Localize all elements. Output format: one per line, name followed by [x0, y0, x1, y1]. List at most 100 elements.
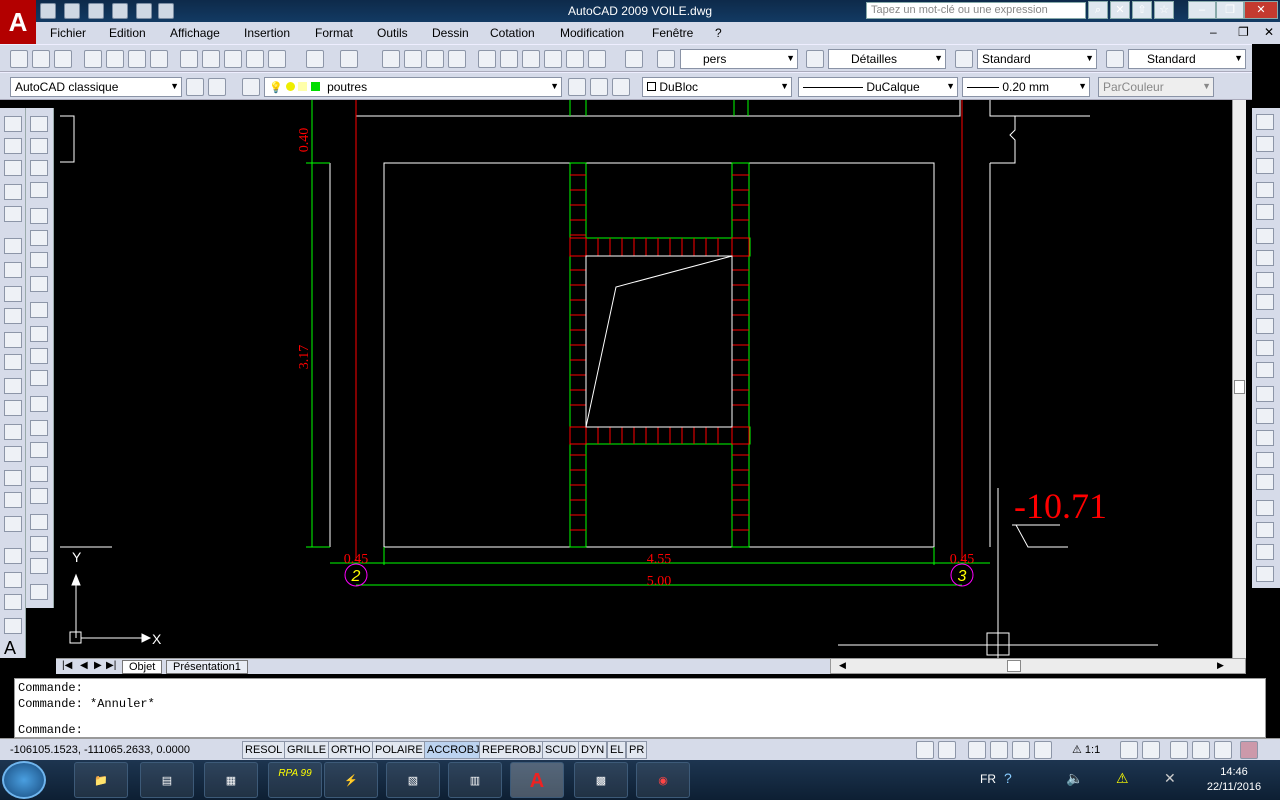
- open-icon[interactable]: [64, 3, 80, 19]
- sheet-set-icon[interactable]: [544, 50, 562, 68]
- offset-icon[interactable]: [1256, 182, 1274, 198]
- table-style-icon[interactable]: [1106, 50, 1124, 68]
- trim-icon[interactable]: [1256, 318, 1274, 334]
- gradient-icon[interactable]: [4, 594, 22, 610]
- zoom-window-icon[interactable]: [426, 50, 444, 68]
- polar-toggle[interactable]: POLAIRE: [372, 741, 426, 759]
- paste-icon[interactable]: [224, 50, 242, 68]
- tab-next-icon[interactable]: ▶: [94, 660, 102, 671]
- grid-toggle[interactable]: GRILLE: [284, 741, 330, 759]
- comm-icon[interactable]: ⇧: [1132, 1, 1152, 19]
- join-icon[interactable]: [1256, 408, 1274, 424]
- qp-toggle[interactable]: PR: [626, 741, 648, 759]
- break-icon[interactable]: [1256, 386, 1274, 402]
- polyline-icon[interactable]: [4, 286, 22, 302]
- 3d-print-icon[interactable]: [150, 50, 168, 68]
- print-icon[interactable]: [84, 50, 102, 68]
- doc-close-button[interactable]: ✕: [1264, 25, 1274, 39]
- doc-minimize-button[interactable]: –: [1210, 25, 1217, 39]
- zoom-previous-icon[interactable]: [448, 50, 466, 68]
- explode-icon[interactable]: [1256, 474, 1274, 490]
- scroll-left-icon[interactable]: ◀: [839, 660, 846, 671]
- quickcalc-icon[interactable]: [588, 50, 606, 68]
- otrack-toggle[interactable]: REPEROBJ: [479, 741, 545, 759]
- ellipse-icon[interactable]: [4, 446, 22, 462]
- volume-icon[interactable]: 🔈: [1066, 770, 1083, 787]
- ortho-toggle[interactable]: ORTHO: [328, 741, 374, 759]
- zoom-realtime-icon[interactable]: [404, 50, 422, 68]
- table-icon[interactable]: [4, 618, 22, 634]
- taskbar-app-icon[interactable]: ▤: [140, 762, 194, 798]
- insert-block-icon[interactable]: [4, 492, 22, 508]
- tool-icon[interactable]: [4, 138, 22, 154]
- workspace-lock-icon[interactable]: [208, 78, 226, 96]
- text-style-combo[interactable]: Standard ▼: [977, 49, 1097, 69]
- table-style-combo[interactable]: Standard ▼: [1128, 49, 1246, 69]
- dim-break-icon[interactable]: [30, 396, 48, 412]
- undo-icon[interactable]: [306, 50, 324, 68]
- lineweight-combo[interactable]: 0.20 mm ▼: [962, 77, 1090, 97]
- language-indicator[interactable]: FR: [980, 772, 996, 786]
- help-icon[interactable]: [625, 50, 643, 68]
- osnap-toggle[interactable]: ACCROBJ: [424, 741, 483, 759]
- pan-icon[interactable]: [968, 741, 986, 759]
- menu-edition[interactable]: Edition: [109, 26, 146, 40]
- point-icon[interactable]: [4, 548, 22, 564]
- layer-states-icon[interactable]: [612, 78, 630, 96]
- menu-outils[interactable]: Outils: [377, 26, 408, 40]
- scroll-thumb[interactable]: [1234, 380, 1245, 394]
- revcloud-icon[interactable]: [4, 400, 22, 416]
- scroll-thumb[interactable]: [1007, 660, 1021, 672]
- steering-wheel-icon[interactable]: [1012, 741, 1030, 759]
- polygon-icon[interactable]: [4, 308, 22, 324]
- baseline-icon[interactable]: [30, 326, 48, 342]
- ducs-toggle[interactable]: SCUD: [542, 741, 580, 759]
- zoom-icon[interactable]: [990, 741, 1008, 759]
- copy-object-icon[interactable]: [1256, 136, 1274, 152]
- design-center-icon[interactable]: [500, 50, 518, 68]
- quick-view-layouts-icon[interactable]: [938, 741, 956, 759]
- multiline-text-icon[interactable]: A: [4, 638, 16, 659]
- linetype-combo[interactable]: DuCalque ▼: [798, 77, 958, 97]
- circle-icon[interactable]: [4, 378, 22, 394]
- draworder-under-icon[interactable]: [1256, 566, 1274, 582]
- taskbar-autocad-icon[interactable]: A: [510, 762, 564, 798]
- tool-icon[interactable]: [4, 184, 22, 200]
- redo-icon[interactable]: [340, 50, 358, 68]
- pan-icon[interactable]: [382, 50, 400, 68]
- taskbar-explorer-icon[interactable]: 📁: [74, 762, 128, 798]
- menu-dessin[interactable]: Dessin: [432, 26, 469, 40]
- minimize-button[interactable]: –: [1188, 1, 1216, 19]
- help-icon[interactable]: ?: [1004, 770, 1012, 786]
- dim-edit-icon[interactable]: [30, 514, 48, 530]
- continue-icon[interactable]: [30, 348, 48, 364]
- menu-fenetre[interactable]: Fenêtre: [652, 26, 693, 40]
- command-window[interactable]: Commande: Commande: *Annuler* Commande:: [14, 678, 1266, 738]
- linear-dim-icon[interactable]: [30, 116, 48, 132]
- hatch-icon[interactable]: [4, 572, 22, 588]
- taskbar-rpa-icon[interactable]: RPA 99: [268, 762, 322, 798]
- move-icon[interactable]: [1256, 228, 1274, 244]
- horizontal-scrollbar[interactable]: ◀ ▶: [830, 658, 1246, 674]
- radius-icon[interactable]: [30, 208, 48, 224]
- menu-help[interactable]: ?: [715, 26, 722, 40]
- properties-icon[interactable]: [478, 50, 496, 68]
- extend-icon[interactable]: [1256, 340, 1274, 356]
- auto-scale-icon[interactable]: [1142, 741, 1160, 759]
- command-prompt[interactable]: Commande:: [18, 723, 83, 737]
- dim-style-icon[interactable]: [806, 50, 824, 68]
- mirror-icon[interactable]: [1256, 158, 1274, 174]
- taskbar-calculator-icon[interactable]: ▧: [386, 762, 440, 798]
- showmotion-icon[interactable]: [1034, 741, 1052, 759]
- workspace-switch-icon[interactable]: [1170, 741, 1188, 759]
- angular-icon[interactable]: [30, 276, 48, 292]
- jogged-icon[interactable]: [30, 230, 48, 246]
- fillet-icon[interactable]: [1256, 452, 1274, 468]
- redo-icon[interactable]: [158, 3, 174, 19]
- color-combo[interactable]: DuBloc ▼: [642, 77, 792, 97]
- center-mark-icon[interactable]: [30, 442, 48, 458]
- tolerance-icon[interactable]: [30, 420, 48, 436]
- xline-icon[interactable]: [4, 262, 22, 278]
- copy-icon[interactable]: [202, 50, 220, 68]
- layer-combo[interactable]: 💡 poutres ▼: [264, 77, 562, 97]
